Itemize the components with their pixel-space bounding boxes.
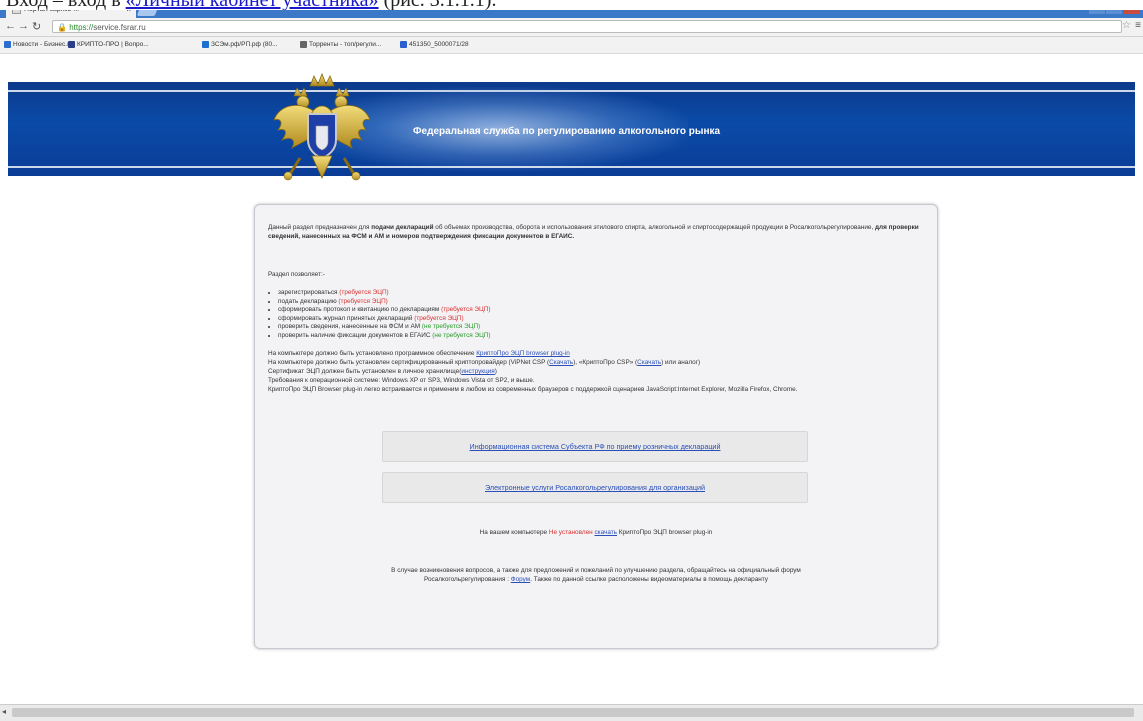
- requirement-os: Требования к операционной системе: Windo…: [268, 377, 535, 384]
- scroll-left-icon[interactable]: ◂: [2, 707, 6, 716]
- requirement-certificate: Сертификат ЭЦП должен быть установлен в …: [268, 368, 497, 375]
- bookmark-item[interactable]: Торренты - топ/регули...: [300, 37, 381, 53]
- requirement-browsers: КриптоПро ЭЦП Browser plug-in легко встр…: [268, 386, 798, 393]
- back-arrow-icon[interactable]: ←: [5, 20, 16, 32]
- retail-declarations-button[interactable]: Информационная система Субъекта РФ по пр…: [382, 431, 808, 462]
- web-page: Федеральная служба по регулированию алко…: [0, 54, 1143, 704]
- list-item: зарегистрироваться (требуется ЭЦП): [278, 289, 878, 298]
- document-overlay: Вход – вход в «Личный кабинет участника»…: [0, 0, 1143, 10]
- list-item: сформировать протокол и квитанцию по дек…: [278, 306, 878, 315]
- site-header-banner: Федеральная служба по регулированию алко…: [8, 82, 1135, 176]
- download-cryptopro-link[interactable]: Скачать: [637, 359, 661, 366]
- document-text-suffix: (рис. 3.1.1.1).: [379, 0, 497, 10]
- bookmark-item[interactable]: ЗСЭм.рф/РП.рф (80...: [202, 37, 278, 53]
- bookmark-favicon-icon: [400, 40, 407, 48]
- list-item: проверить наличие фиксации документов в …: [278, 332, 878, 341]
- scrollbar-thumb[interactable]: [12, 708, 1134, 717]
- forward-arrow-icon[interactable]: →: [18, 20, 29, 32]
- bookmarks-bar: Новости - Бизнес.ru КРИПТО-ПРО | Вопро..…: [0, 37, 1143, 54]
- document-text-prefix: Вход – вход в: [6, 0, 126, 10]
- bookmark-favicon-icon: [300, 40, 307, 48]
- bookmark-item[interactable]: 451350_5000071/28: [400, 37, 469, 53]
- lock-icon: 🔒: [57, 23, 67, 32]
- url-scheme: https://: [69, 23, 94, 32]
- url-host: service.fsrar.ru: [93, 23, 146, 32]
- plugin-link[interactable]: КриптоПро ЭЦП browser plug-in: [476, 350, 570, 357]
- plugin-status-badge: Не установлен: [548, 529, 593, 536]
- download-vipnet-link[interactable]: Скачать: [549, 359, 573, 366]
- list-item: подать декларацию (требуется ЭЦП): [278, 298, 878, 307]
- e-services-button[interactable]: Электронные услуги Росалкогольрегулирова…: [382, 472, 808, 503]
- info-panel: Данный раздел предназначен для подачи де…: [254, 204, 938, 649]
- bookmark-favicon-icon: [202, 40, 209, 48]
- intro-paragraph: Данный раздел предназначен для подачи де…: [268, 224, 919, 240]
- capabilities-title: Раздел позволяет:-: [268, 271, 325, 278]
- bookmark-item[interactable]: КРИПТО-ПРО | Вопро...: [68, 37, 149, 53]
- coat-of-arms-logo: [273, 72, 371, 181]
- download-plugin-link[interactable]: скачать: [594, 529, 617, 536]
- bookmark-favicon-icon: [68, 40, 75, 48]
- horizontal-scrollbar[interactable]: ◂: [0, 704, 1143, 721]
- footer-note: В случае возникновения вопросов, а также…: [391, 567, 801, 583]
- requirements-block: На компьютере должно быть установлено пр…: [268, 349, 924, 394]
- requirement-csp: На компьютере должно быть установлен сер…: [268, 359, 701, 366]
- document-text: Вход – вход в «Личный кабинет участника»…: [6, 0, 496, 10]
- document-link[interactable]: «Личный кабинет участника»: [126, 0, 379, 10]
- browser-toolbar: ← → ↻ 🔒 https://service.fsrar.ru ☆ ≡: [0, 18, 1143, 37]
- list-item: проверить сведения, нанесенные на ФСМ и …: [278, 323, 878, 332]
- address-bar[interactable]: 🔒 https://service.fsrar.ru: [52, 20, 1122, 33]
- forum-link[interactable]: Форум: [511, 576, 530, 583]
- bookmark-star-icon[interactable]: ☆: [1122, 20, 1131, 31]
- bookmark-item[interactable]: Новости - Бизнес.ru: [4, 37, 73, 53]
- menu-icon[interactable]: ≡: [1135, 20, 1141, 31]
- instruction-link[interactable]: инструкция: [461, 368, 494, 375]
- capabilities-list: зарегистрироваться (требуется ЭЦП) подат…: [268, 289, 878, 341]
- site-title: Федеральная служба по регулированию алко…: [413, 126, 721, 137]
- plugin-status: На вашем компьютере Не установлен скачат…: [479, 529, 713, 536]
- reload-icon[interactable]: ↻: [32, 20, 41, 33]
- bookmark-favicon-icon: [4, 40, 11, 48]
- requirement-plugin: На компьютере должно быть установлено пр…: [268, 350, 570, 357]
